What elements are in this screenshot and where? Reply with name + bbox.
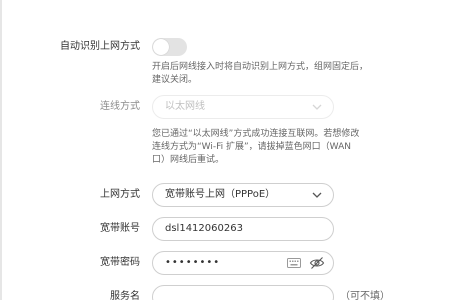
connection-mode-hint-line1: 您已通过“以太网线”方式成功连接互联网。若想修改 <box>152 129 360 139</box>
broadband-account-value: dsl1412060263 <box>165 223 243 234</box>
keyboard-icon[interactable] <box>287 257 301 269</box>
broadband-password-label: 宽带密码 <box>100 257 140 268</box>
connection-mode-value: 以太网线 <box>165 101 205 112</box>
connection-mode-hint: 您已通过“以太网线”方式成功连接互联网。若想修改 连线方式为“Wi-Fi 扩展”… <box>152 128 437 167</box>
chevron-down-icon <box>312 104 322 110</box>
auto-detect-hint-line2: 建议关闭。 <box>152 75 198 85</box>
connection-mode-select: 以太网线 <box>152 95 334 119</box>
connection-mode-hint-line2: 连线方式为“Wi-Fi 扩展”，请拔掉蓝色网口（WAN <box>152 142 351 152</box>
internet-mode-label: 上网方式 <box>100 189 140 200</box>
page-left-border <box>0 0 2 300</box>
broadband-account-label: 宽带账号 <box>100 223 140 234</box>
router-settings-page: 自动识别上网方式 开启后网线接入时将自动识别上网方式，组网固定后， 建议关闭。 … <box>0 0 450 300</box>
auto-detect-hint-line1: 开启后网线接入时将自动识别上网方式，组网固定后， <box>152 62 369 72</box>
broadband-password-input[interactable]: •••••••• <box>152 251 334 275</box>
service-name-label: 服务名 <box>110 291 140 300</box>
broadband-password-value: •••••••• <box>165 257 221 268</box>
connection-mode-label: 连线方式 <box>100 101 140 112</box>
internet-mode-value: 宽带账号上网（PPPoE） <box>165 189 276 200</box>
auto-detect-label: 自动识别上网方式 <box>60 41 140 52</box>
service-name-optional-note: （可不填） <box>340 291 390 300</box>
auto-detect-hint: 开启后网线接入时将自动识别上网方式，组网固定后， 建议关闭。 <box>152 61 437 87</box>
internet-mode-select[interactable]: 宽带账号上网（PPPoE） <box>152 183 334 207</box>
connection-mode-hint-line3: 口）网线后重试。 <box>152 155 225 165</box>
eye-hidden-icon[interactable] <box>309 256 325 270</box>
chevron-down-icon <box>312 192 322 198</box>
broadband-account-input[interactable]: dsl1412060263 <box>152 217 334 241</box>
toggle-knob <box>153 39 169 55</box>
auto-detect-toggle[interactable] <box>152 38 187 56</box>
service-name-input[interactable] <box>152 285 334 300</box>
